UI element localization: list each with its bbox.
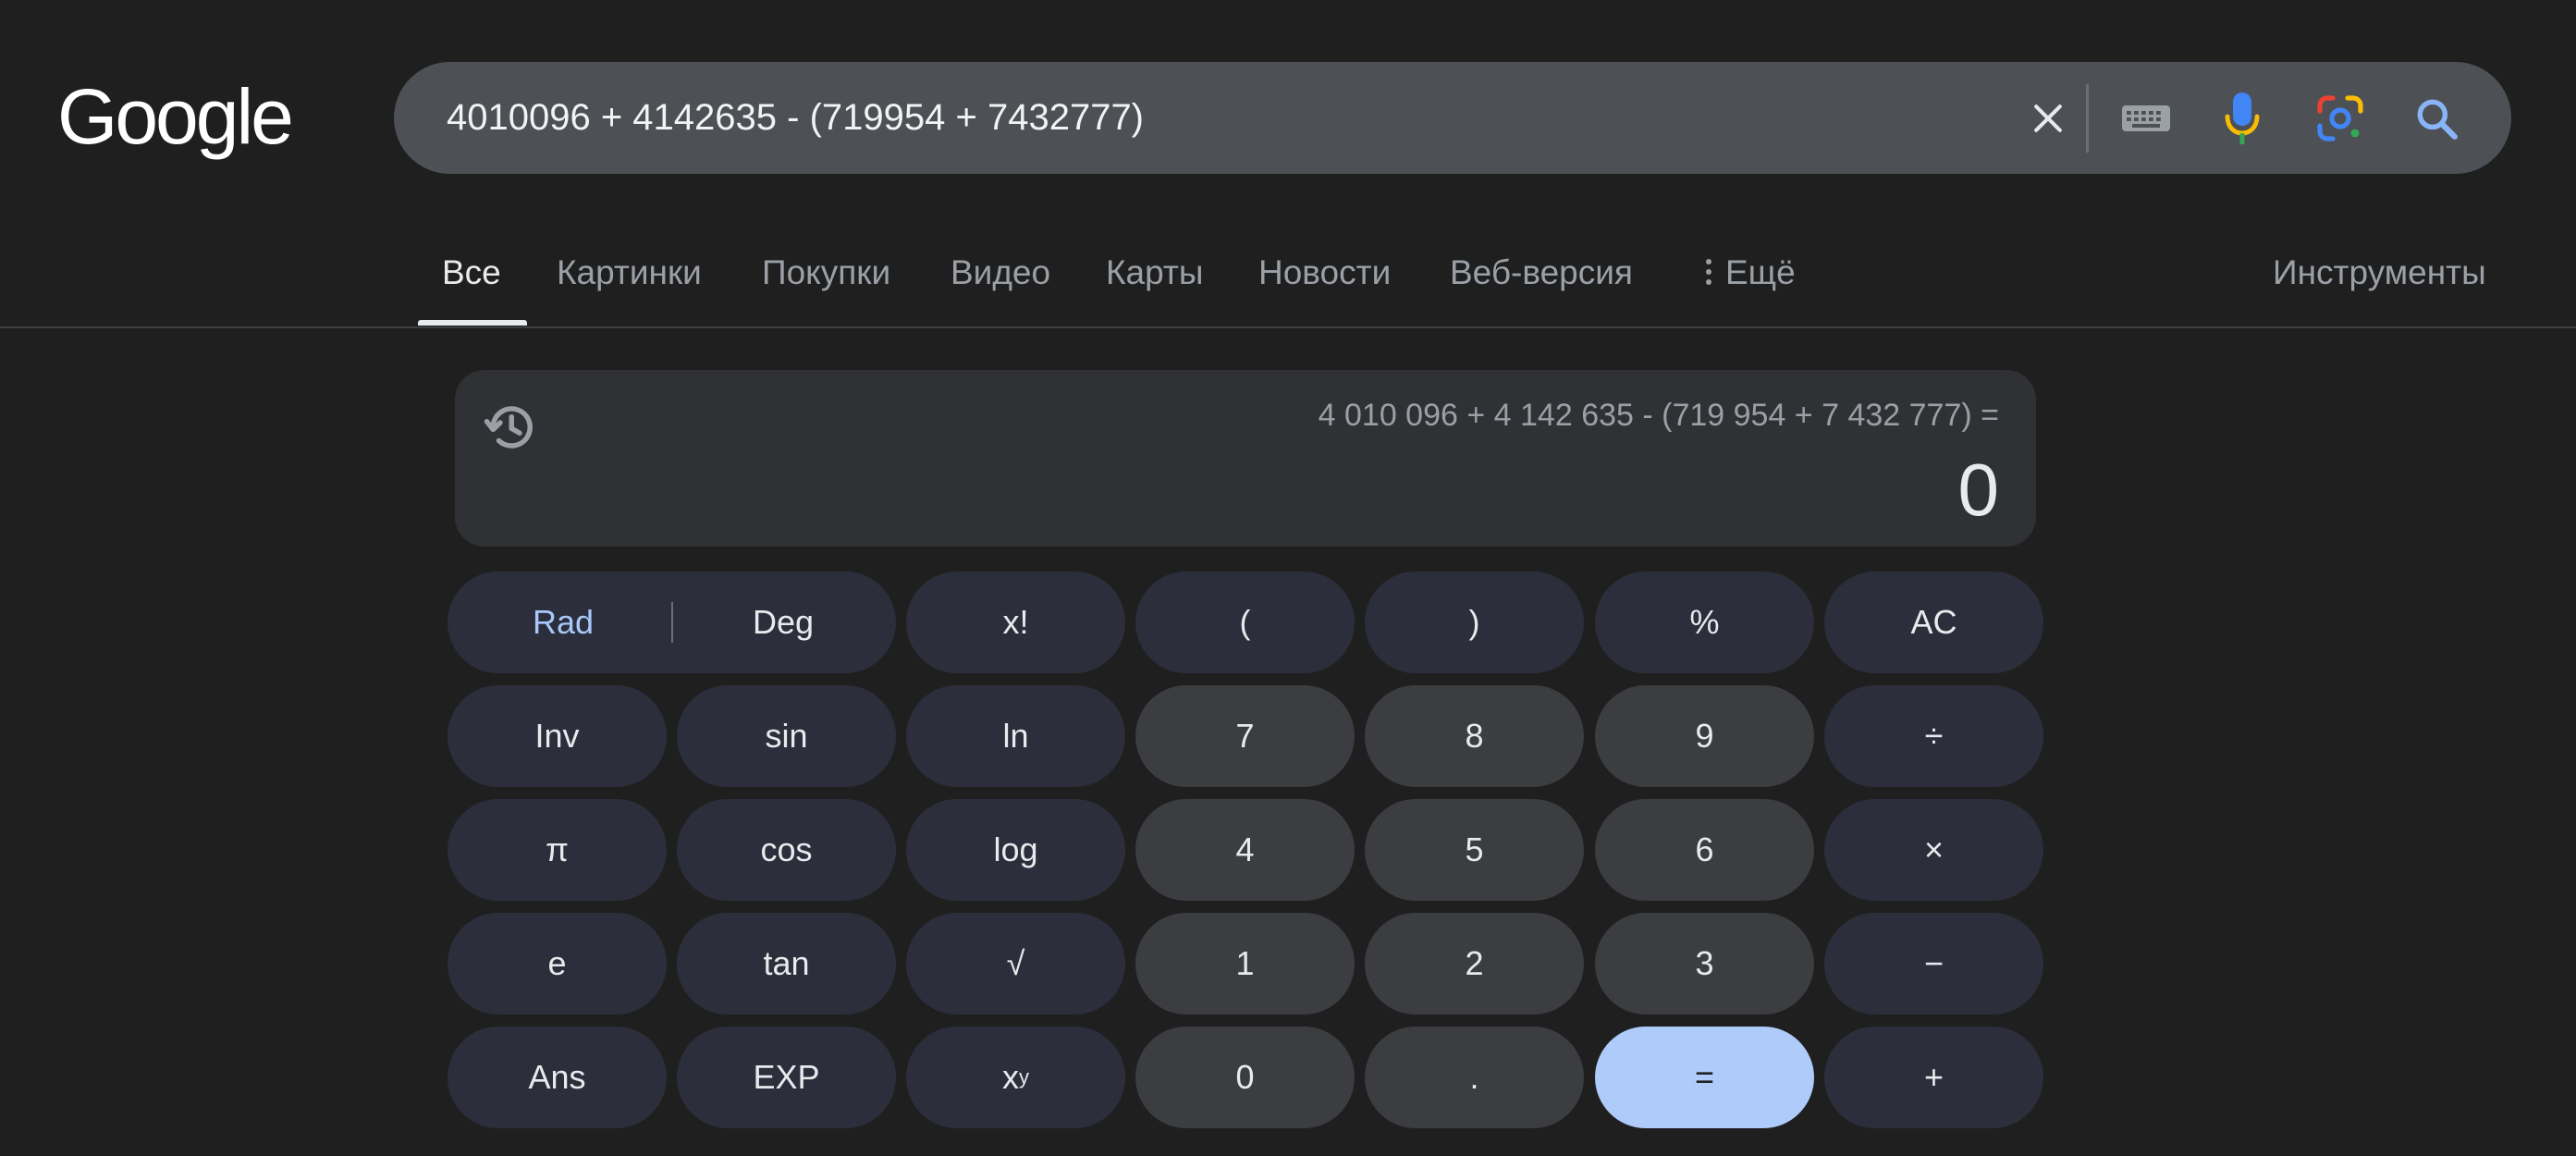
cos-button[interactable]: cos [677,799,896,901]
calculator-result: 0 [1957,449,2000,531]
digit-1-button[interactable]: 1 [1135,913,1355,1015]
search-icon[interactable] [2408,90,2465,147]
digit-2-button[interactable]: 2 [1365,913,1584,1015]
divide-button[interactable]: ÷ [1824,685,2043,787]
tools-button[interactable]: Инструменты [2273,240,2486,305]
tab-shopping[interactable]: Покупки [762,240,890,326]
equals-button[interactable]: = [1595,1027,1814,1128]
clear-icon[interactable] [2019,90,2077,147]
tab-label: Все [442,253,501,291]
microphone-icon[interactable] [2214,90,2271,147]
pi-button[interactable]: π [448,799,667,901]
tab-more[interactable]: Ещё [1705,240,1796,326]
tan-button[interactable]: tan [677,913,896,1015]
tab-maps[interactable]: Карты [1106,240,1203,326]
rad-deg-toggle: Rad Deg [448,572,896,673]
digit-6-button[interactable]: 6 [1595,799,1814,901]
exp-button[interactable]: EXP [677,1027,896,1128]
tab-label: Ещё [1725,253,1796,291]
calculator-display: 4 010 096 + 4 142 635 - (719 954 + 7 432… [455,370,2036,547]
power-base: x [1002,1058,1019,1096]
lens-camera-icon[interactable] [2312,90,2369,147]
digit-5-button[interactable]: 5 [1365,799,1584,901]
inverse-button[interactable]: Inv [448,685,667,787]
rad-button[interactable]: Rad [533,572,594,673]
sqrt-button[interactable]: √ [906,913,1125,1015]
log-button[interactable]: log [906,799,1125,901]
more-vert-icon [1705,242,1712,307]
euler-button[interactable]: e [448,913,667,1015]
search-divider [2086,84,2089,153]
calculator-expression: 4 010 096 + 4 142 635 - (719 954 + 7 432… [1318,398,1999,433]
keyboard-icon[interactable] [2117,90,2175,147]
left-paren-button[interactable]: ( [1135,572,1355,673]
calculator-keypad: Rad Deg x! ( ) % AC Inv sin ln 7 8 9 ÷ π… [448,572,2043,1128]
digit-4-button[interactable]: 4 [1135,799,1355,901]
percent-button[interactable]: % [1595,572,1814,673]
google-logo[interactable]: Google [57,78,294,155]
tab-news[interactable]: Новости [1258,240,1391,326]
digit-0-button[interactable]: 0 [1135,1027,1355,1128]
deg-button[interactable]: Deg [753,572,814,673]
digit-3-button[interactable]: 3 [1595,913,1814,1015]
digit-8-button[interactable]: 8 [1365,685,1584,787]
tabs-divider [0,326,2576,328]
rad-deg-divider [671,602,673,643]
sin-button[interactable]: sin [677,685,896,787]
plus-button[interactable]: + [1824,1027,2043,1128]
all-clear-button[interactable]: AC [1824,572,2043,673]
decimal-button[interactable]: . [1365,1027,1584,1128]
active-tab-indicator [418,320,527,326]
factorial-button[interactable]: x! [906,572,1125,673]
tab-video[interactable]: Видео [951,240,1050,326]
tab-images[interactable]: Картинки [557,240,702,326]
multiply-button[interactable]: × [1824,799,2043,901]
digit-9-button[interactable]: 9 [1595,685,1814,787]
tab-web[interactable]: Веб-версия [1450,240,1633,326]
digit-7-button[interactable]: 7 [1135,685,1355,787]
search-bar[interactable]: 4010096 + 4142635 - (719954 + 7432777) [394,62,2511,174]
tab-all[interactable]: Все [442,240,501,326]
answer-button[interactable]: Ans [448,1027,667,1128]
search-input[interactable]: 4010096 + 4142635 - (719954 + 7432777) [447,62,1144,174]
ln-button[interactable]: ln [906,685,1125,787]
right-paren-button[interactable]: ) [1365,572,1584,673]
power-button[interactable]: xy [906,1027,1125,1128]
minus-button[interactable]: − [1824,913,2043,1015]
history-icon[interactable] [483,400,538,455]
